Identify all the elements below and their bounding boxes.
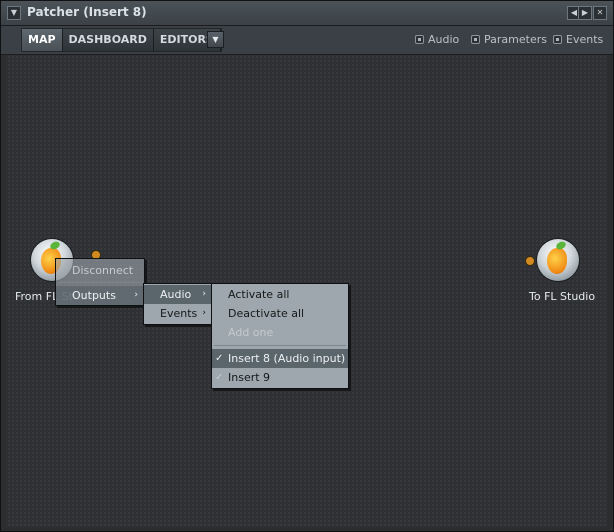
- menu-item-activate-all[interactable]: Activate all: [212, 285, 348, 304]
- input-port[interactable]: [525, 256, 535, 266]
- checkbox-icon: [553, 35, 562, 44]
- menu-item-add-one: Add one: [228, 326, 274, 339]
- menu-item-events[interactable]: Events ›: [144, 304, 212, 323]
- fl-studio-icon[interactable]: [537, 239, 579, 281]
- menu-item-insert-8[interactable]: ✓ Insert 8 (Audio input): [212, 349, 348, 368]
- submenu-arrow-icon: ›: [134, 290, 138, 300]
- submenu-arrow-icon: ›: [202, 308, 206, 318]
- outputs-submenu: Audio › Events ›: [143, 283, 213, 325]
- checkbox-icon: [471, 35, 480, 44]
- menu-item-audio[interactable]: Audio ›: [144, 285, 212, 304]
- menu-item-insert-9[interactable]: ✓ Insert 9: [212, 368, 348, 387]
- menu-item-disconnect: Disconnect: [72, 264, 134, 277]
- close-icon[interactable]: ✕: [593, 6, 607, 20]
- tab-dashboard[interactable]: DASHBOARD: [62, 29, 154, 51]
- toolbar: MAP DASHBOARD EDITORS ▼ Audio Parameters…: [1, 26, 613, 55]
- audio-submenu: Activate all Deactivate all Add one ✓ In…: [211, 283, 349, 389]
- options-dropdown-icon[interactable]: ▼: [207, 31, 224, 48]
- window-menu-icon[interactable]: ▼: [7, 6, 21, 20]
- checkmark-icon: ✓: [215, 372, 224, 383]
- menu-item-deactivate-all[interactable]: Deactivate all: [212, 304, 348, 323]
- submenu-arrow-icon: ›: [202, 289, 206, 299]
- checkbox-icon: [415, 35, 424, 44]
- node-label: To FL Studio: [529, 290, 596, 303]
- patch-map-canvas[interactable]: From FL Studio To FL Studio Disconnect O…: [7, 55, 607, 527]
- filter-parameters[interactable]: Parameters: [471, 32, 547, 48]
- menu-separator: [58, 282, 142, 283]
- filter-events[interactable]: Events: [553, 32, 603, 48]
- next-window-icon[interactable]: ▶: [578, 6, 592, 20]
- tab-map[interactable]: MAP: [22, 29, 63, 51]
- patcher-window: ▼ Patcher (Insert 8) ◀ ▶ ✕ MAP DASHBOARD…: [0, 0, 614, 532]
- title-bar[interactable]: ▼ Patcher (Insert 8) ◀ ▶ ✕: [1, 1, 613, 26]
- context-menu: Disconnect Outputs ›: [55, 258, 145, 306]
- menu-separator: [214, 345, 346, 346]
- filter-audio[interactable]: Audio: [415, 32, 459, 48]
- checkmark-icon: ✓: [215, 353, 224, 364]
- menu-item-outputs[interactable]: Outputs ›: [56, 286, 144, 305]
- view-tabs: MAP DASHBOARD EDITORS: [21, 28, 222, 52]
- window-title: Patcher (Insert 8): [27, 5, 147, 19]
